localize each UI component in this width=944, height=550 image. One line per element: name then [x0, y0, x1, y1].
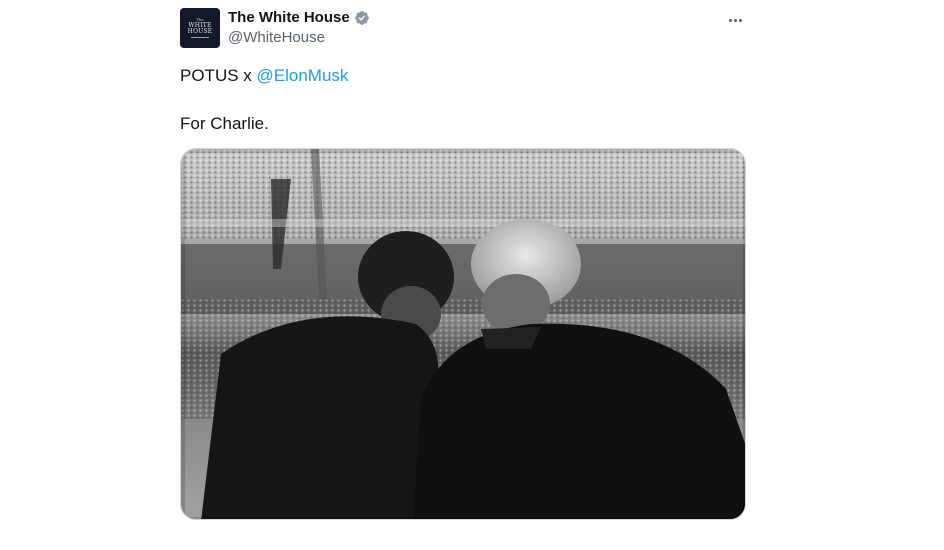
photo-illustration: [181, 149, 745, 519]
avatar-rule: [191, 37, 209, 38]
dot: [728, 18, 732, 22]
name-row: The White House: [228, 9, 370, 26]
display-name[interactable]: The White House: [228, 9, 350, 26]
dot: [738, 18, 742, 22]
more-options-icon[interactable]: [724, 10, 746, 30]
avatar-text-3: HOUSE: [187, 28, 213, 35]
account-handle[interactable]: @WhiteHouse: [228, 29, 325, 46]
account-avatar[interactable]: The WHITE HOUSE: [180, 8, 220, 48]
mention-link[interactable]: @ElonMusk: [257, 66, 349, 85]
verified-badge-icon: [354, 10, 369, 25]
avatar-text-1: The: [196, 17, 204, 22]
tweet-text-line-2: For Charlie.: [180, 114, 269, 133]
dot: [733, 18, 737, 22]
tweet-text-line-1: POTUS x @ElonMusk: [180, 66, 348, 86]
tweet-text-prefix: POTUS x: [180, 66, 257, 85]
tweet-photo[interactable]: [180, 148, 746, 520]
